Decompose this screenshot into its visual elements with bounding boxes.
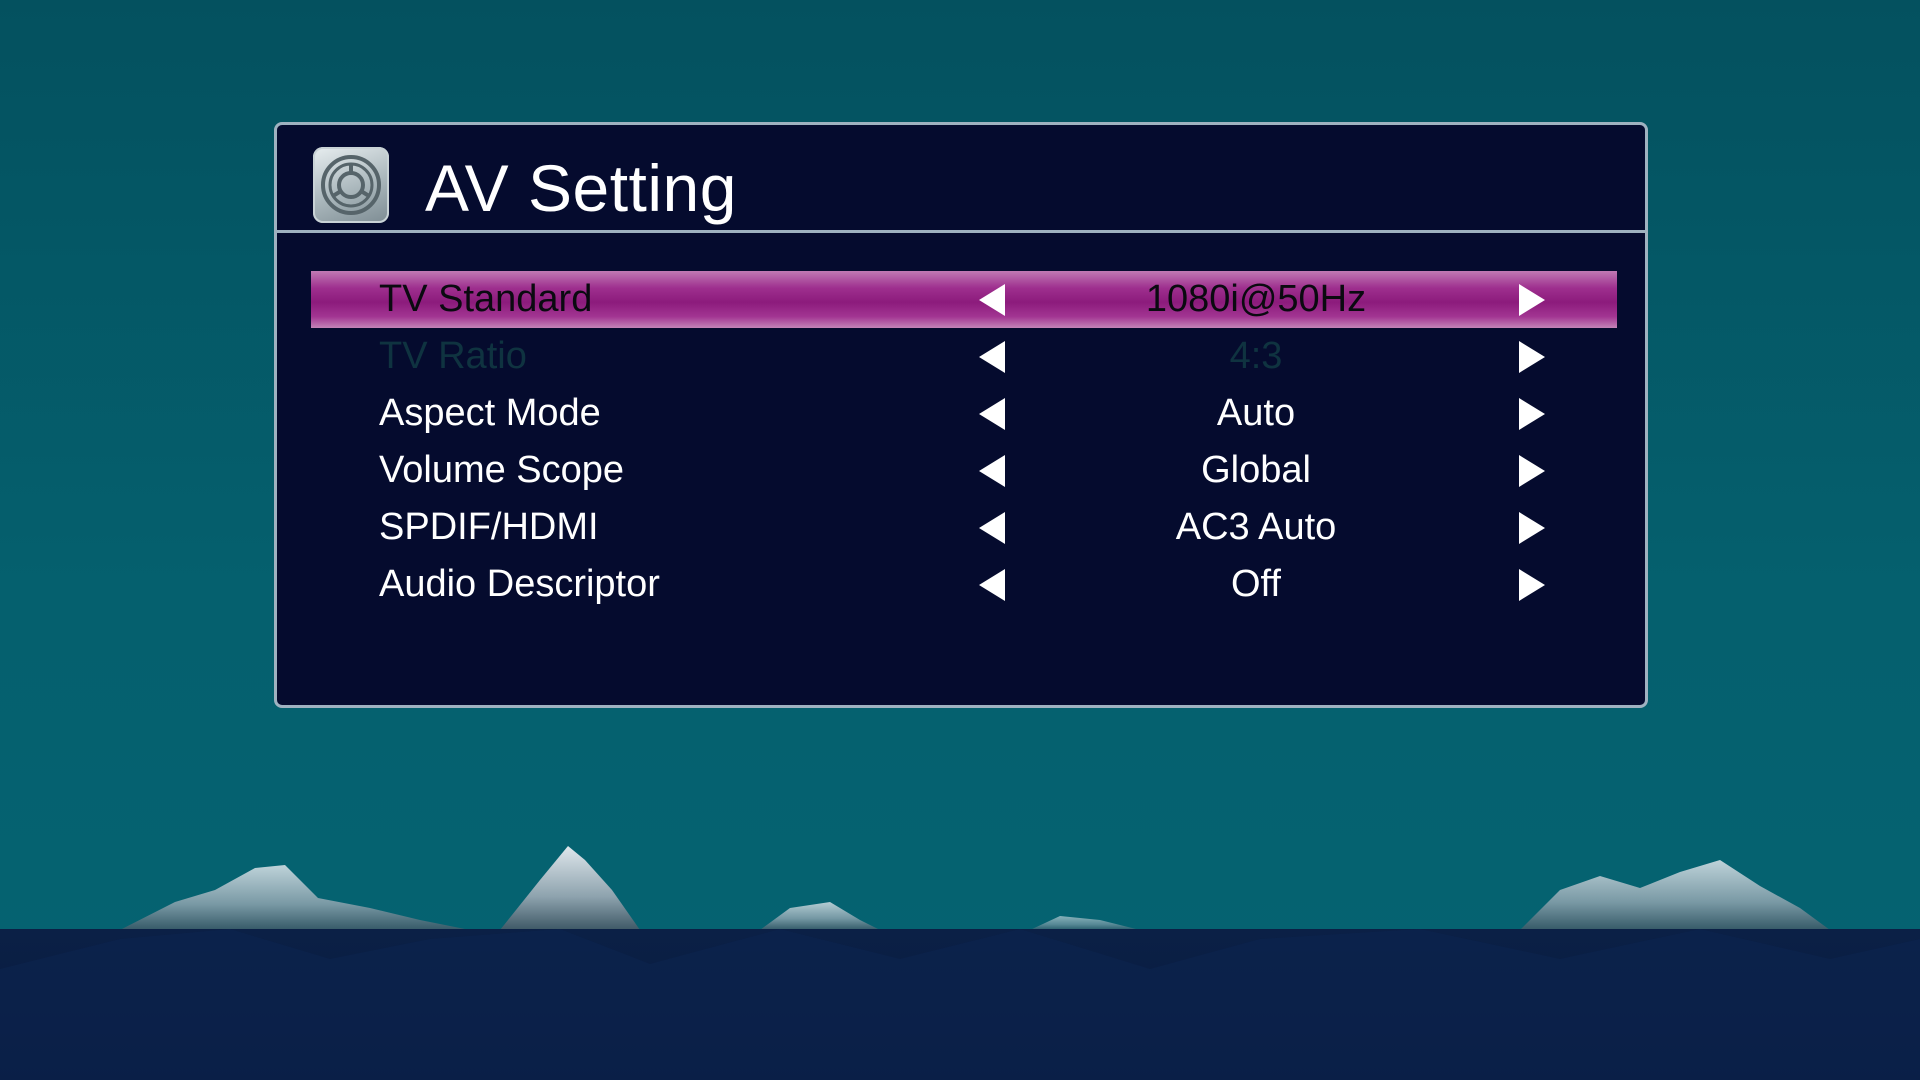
menu-item-label: TV Standard — [379, 278, 593, 320]
menu-item-label: TV Ratio — [379, 335, 527, 377]
menu-item-spdif-hdmi[interactable]: SPDIF/HDMI AC3 Auto — [311, 499, 1617, 556]
menu-item-value: Global — [1201, 449, 1311, 491]
menu-item-value: Auto — [1216, 392, 1296, 434]
arrow-left-icon — [979, 341, 1005, 373]
settings-menu: TV Standard 1080i@50Hz TV Ratio 4:3 Aspe… — [311, 271, 1617, 613]
arrow-right-icon[interactable] — [1519, 284, 1545, 316]
page-title: AV Setting — [425, 151, 737, 225]
settings-gear-icon — [313, 147, 389, 223]
menu-item-value: 1080i@50Hz — [1145, 278, 1367, 320]
arrow-right-icon[interactable] — [1519, 398, 1545, 430]
menu-item-audio-descriptor[interactable]: Audio Descriptor Off — [311, 556, 1617, 613]
menu-item-value: AC3 Auto — [1175, 506, 1337, 548]
panel-header: AV Setting — [277, 125, 1645, 233]
menu-item-volume-scope[interactable]: Volume Scope Global — [311, 442, 1617, 499]
arrow-right-icon[interactable] — [1519, 569, 1545, 601]
menu-item-aspect-mode[interactable]: Aspect Mode Auto — [311, 385, 1617, 442]
menu-item-label: Audio Descriptor — [379, 563, 660, 605]
arrow-left-icon[interactable] — [979, 512, 1005, 544]
arrow-left-icon[interactable] — [979, 284, 1005, 316]
menu-item-value: 4:3 — [1229, 335, 1283, 377]
screen: AV Setting TV Standard 1080i@50Hz TV Rat… — [0, 0, 1920, 1080]
menu-item-tv-ratio: TV Ratio 4:3 — [311, 328, 1617, 385]
arrow-right-icon[interactable] — [1519, 512, 1545, 544]
arrow-right-icon — [1519, 341, 1545, 373]
menu-item-label: Aspect Mode — [379, 392, 601, 434]
menu-item-tv-standard[interactable]: TV Standard 1080i@50Hz — [311, 271, 1617, 328]
arrow-left-icon[interactable] — [979, 455, 1005, 487]
av-setting-panel: AV Setting TV Standard 1080i@50Hz TV Rat… — [274, 122, 1648, 708]
menu-item-label: SPDIF/HDMI — [379, 506, 599, 548]
arrow-left-icon[interactable] — [979, 398, 1005, 430]
bottom-band — [0, 929, 1920, 1080]
arrow-right-icon[interactable] — [1519, 455, 1545, 487]
menu-item-value: Off — [1231, 563, 1281, 605]
arrow-left-icon[interactable] — [979, 569, 1005, 601]
menu-item-label: Volume Scope — [379, 449, 625, 491]
